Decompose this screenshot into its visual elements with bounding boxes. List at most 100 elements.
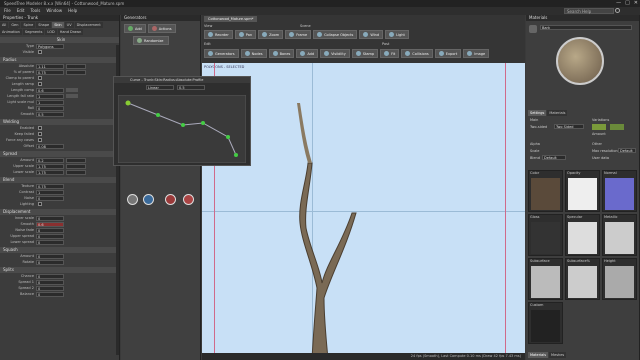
edit-button-4[interactable]: Visibility <box>320 49 350 58</box>
view-button-3[interactable]: Frame <box>285 30 312 39</box>
material-select[interactable]: Bark <box>540 25 632 30</box>
property-value-field[interactable]: Polygons <box>36 43 64 49</box>
property-value-field[interactable]: 0 <box>36 273 64 279</box>
property-value-field[interactable]: 0 <box>36 239 64 245</box>
property-value-field[interactable]: 0.2 <box>36 157 64 163</box>
search-icon[interactable] <box>615 8 620 13</box>
tab-skin[interactable]: Skin <box>52 22 64 28</box>
view-button-4[interactable]: Collapse Objects <box>313 30 358 39</box>
edit-button-2[interactable]: Bones <box>268 49 295 58</box>
property-value-field[interactable]: 0 <box>36 285 64 291</box>
material-map-slot[interactable]: Specular <box>565 214 600 256</box>
property-value-field[interactable]: 1.11 <box>36 63 64 69</box>
variation-swatch[interactable] <box>610 124 624 130</box>
property-value-field[interactable]: 0.6 <box>36 221 64 227</box>
curve-preset-select[interactable]: Linear <box>146 85 174 90</box>
node-leaves-icon[interactable] <box>183 194 194 205</box>
tab-segments[interactable]: Segments <box>22 29 45 35</box>
edit-button-6[interactable]: Fit <box>380 49 400 58</box>
curve-button[interactable] <box>66 169 86 175</box>
minimize-button[interactable]: — <box>616 0 621 7</box>
curve-graph[interactable] <box>118 95 246 163</box>
edit-button-0[interactable]: Generators <box>204 49 239 58</box>
tab-shape[interactable]: Shape <box>36 22 52 28</box>
property-slider[interactable] <box>66 88 78 92</box>
property-value-field[interactable]: 0 <box>36 227 64 233</box>
property-checkbox[interactable] <box>38 132 42 136</box>
menu-tools[interactable]: Tools <box>30 7 40 15</box>
property-value-field[interactable]: 1 <box>36 189 64 195</box>
property-checkbox[interactable] <box>38 76 42 80</box>
edit-button-8[interactable]: Export <box>434 49 462 58</box>
property-value-field[interactable]: 0 <box>36 253 64 259</box>
menu-file[interactable]: File <box>4 7 11 15</box>
tab-meshes-top[interactable]: Materials <box>547 110 568 116</box>
property-value-field[interactable]: 0 <box>36 233 64 239</box>
node-tree-icon[interactable] <box>127 194 138 205</box>
tab-materials[interactable]: Materials <box>528 352 549 358</box>
scene-tab[interactable]: Cottonwood_Mature.spm* <box>204 16 258 22</box>
blend-select[interactable]: Default <box>542 155 566 160</box>
property-slider[interactable] <box>66 94 78 98</box>
property-value-field[interactable]: 1 <box>36 93 64 99</box>
property-value-field[interactable]: 1 <box>36 99 64 105</box>
tab-spine[interactable]: Spine <box>21 22 36 28</box>
edit-button-1[interactable]: Nodes <box>240 49 267 58</box>
property-checkbox[interactable] <box>38 126 42 130</box>
node-trunk-icon[interactable] <box>143 194 154 205</box>
search-help-input[interactable]: Search Help <box>564 8 614 14</box>
property-value-field[interactable]: 0 <box>36 259 64 265</box>
edit-button-7[interactable]: Collisions <box>401 49 433 58</box>
property-value-field[interactable]: 0.75 <box>36 183 64 189</box>
property-value-field[interactable]: 0 <box>36 105 64 111</box>
tab-meshes[interactable]: Meshes <box>549 352 567 358</box>
material-map-slot[interactable]: Subsurface <box>528 258 563 300</box>
material-map-slot[interactable]: Subsurface% <box>565 258 600 300</box>
actions-button[interactable]: Actions <box>147 24 176 33</box>
menu-edit[interactable]: Edit <box>17 7 25 15</box>
menu-help[interactable]: Help <box>68 7 77 15</box>
close-button[interactable]: ✕ <box>634 0 638 7</box>
material-map-slot[interactable]: Custom <box>528 302 563 344</box>
menu-window[interactable]: Window <box>46 7 62 15</box>
maximize-button[interactable]: □ <box>625 0 630 7</box>
property-checkbox[interactable] <box>38 202 42 206</box>
tab-lod[interactable]: LOD <box>45 29 57 35</box>
curve-button[interactable] <box>66 157 86 163</box>
max-resolution-select[interactable]: Default <box>618 148 636 153</box>
tab-settings[interactable]: Settings <box>528 110 547 116</box>
material-map-slot[interactable]: Metallic <box>602 214 637 256</box>
variation-swatch[interactable] <box>592 124 606 130</box>
property-value-field[interactable]: 0.5 <box>36 111 64 117</box>
property-value-field[interactable]: 0.6 <box>36 87 64 93</box>
edit-button-9[interactable]: Image <box>463 49 490 58</box>
view-button-6[interactable]: Light <box>385 30 409 39</box>
two-sided-field[interactable]: Two Sided <box>554 124 584 129</box>
curve-button[interactable] <box>66 163 86 169</box>
node-branches-icon[interactable] <box>165 194 176 205</box>
view-button-0[interactable]: Reorder <box>204 30 233 39</box>
property-value-field[interactable]: 1.75 <box>36 169 64 175</box>
edit-button-3[interactable]: Add <box>296 49 319 58</box>
property-value-field[interactable]: 0 <box>36 291 64 297</box>
view-button-1[interactable]: Pan <box>234 30 257 39</box>
curve-button[interactable] <box>66 63 86 69</box>
material-map-slot[interactable]: Normal <box>602 170 637 212</box>
tree-trunk-model[interactable] <box>272 63 392 359</box>
view-button-2[interactable]: Zoom <box>258 30 284 39</box>
view-button-5[interactable]: Wind <box>359 30 384 39</box>
property-value-field[interactable]: 1.75 <box>36 163 64 169</box>
curve-button[interactable] <box>66 69 86 75</box>
property-checkbox[interactable] <box>38 82 42 86</box>
material-map-slot[interactable]: Height <box>602 258 637 300</box>
tab-animation[interactable]: Animation <box>0 29 22 35</box>
property-value-field[interactable]: 0.75 <box>36 69 64 75</box>
material-map-slot[interactable]: Color <box>528 170 563 212</box>
material-map-slot[interactable]: Opacity <box>565 170 600 212</box>
property-checkbox[interactable] <box>38 138 42 142</box>
edit-button-5[interactable]: Stamp <box>351 49 379 58</box>
property-value-field[interactable]: 0 <box>36 195 64 201</box>
add-button[interactable]: Add <box>124 24 146 33</box>
tab-uv[interactable]: UV <box>64 22 74 28</box>
property-value-field[interactable]: 0 <box>36 215 64 221</box>
